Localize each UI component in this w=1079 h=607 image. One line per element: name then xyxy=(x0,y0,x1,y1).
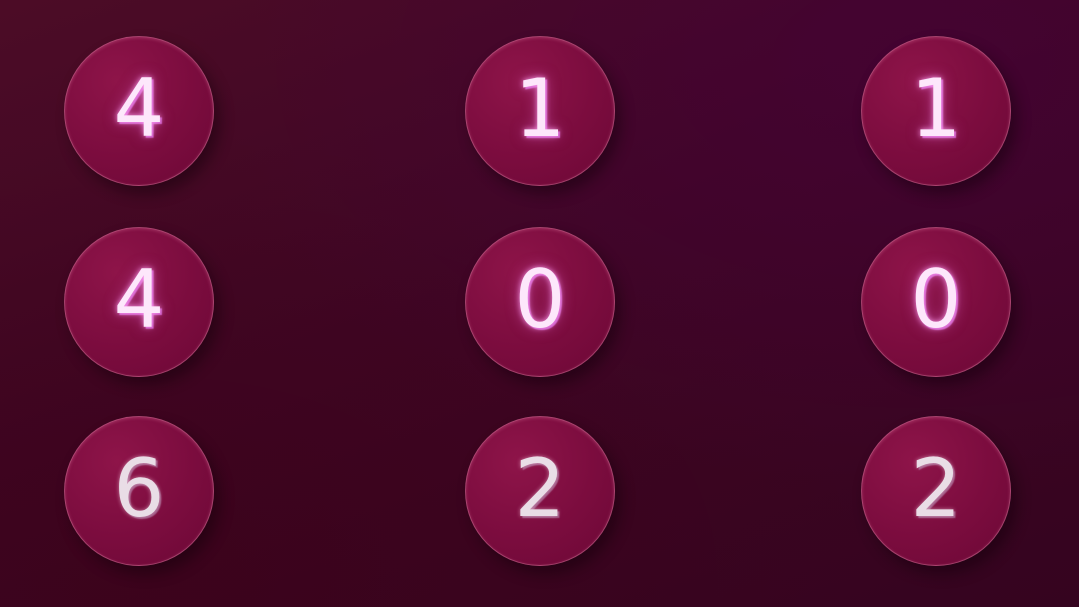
number-digit: 6 xyxy=(113,442,165,535)
number-digit: 4 xyxy=(113,62,165,155)
number-circle-r2-c3[interactable]: 0 xyxy=(861,227,1011,377)
number-circle-r3-c3[interactable]: 2 xyxy=(861,416,1011,566)
number-digit: 0 xyxy=(910,253,962,346)
number-circle-r3-c1[interactable]: 6 xyxy=(64,416,214,566)
number-digit: 0 xyxy=(514,253,566,346)
number-digit: 1 xyxy=(910,62,962,155)
number-circle-r3-c2[interactable]: 2 xyxy=(465,416,615,566)
number-circle-r1-c2[interactable]: 1 xyxy=(465,36,615,186)
number-digit: 1 xyxy=(514,62,566,155)
number-digit: 2 xyxy=(514,442,566,535)
number-circle-r1-c1[interactable]: 4 xyxy=(64,36,214,186)
number-circle-r2-c2[interactable]: 0 xyxy=(465,227,615,377)
number-grid: 4 1 1 4 0 0 6 2 2 xyxy=(0,0,1079,607)
number-digit: 4 xyxy=(113,253,165,346)
number-digit: 2 xyxy=(910,442,962,535)
number-circle-r1-c3[interactable]: 1 xyxy=(861,36,1011,186)
number-circle-r2-c1[interactable]: 4 xyxy=(64,227,214,377)
